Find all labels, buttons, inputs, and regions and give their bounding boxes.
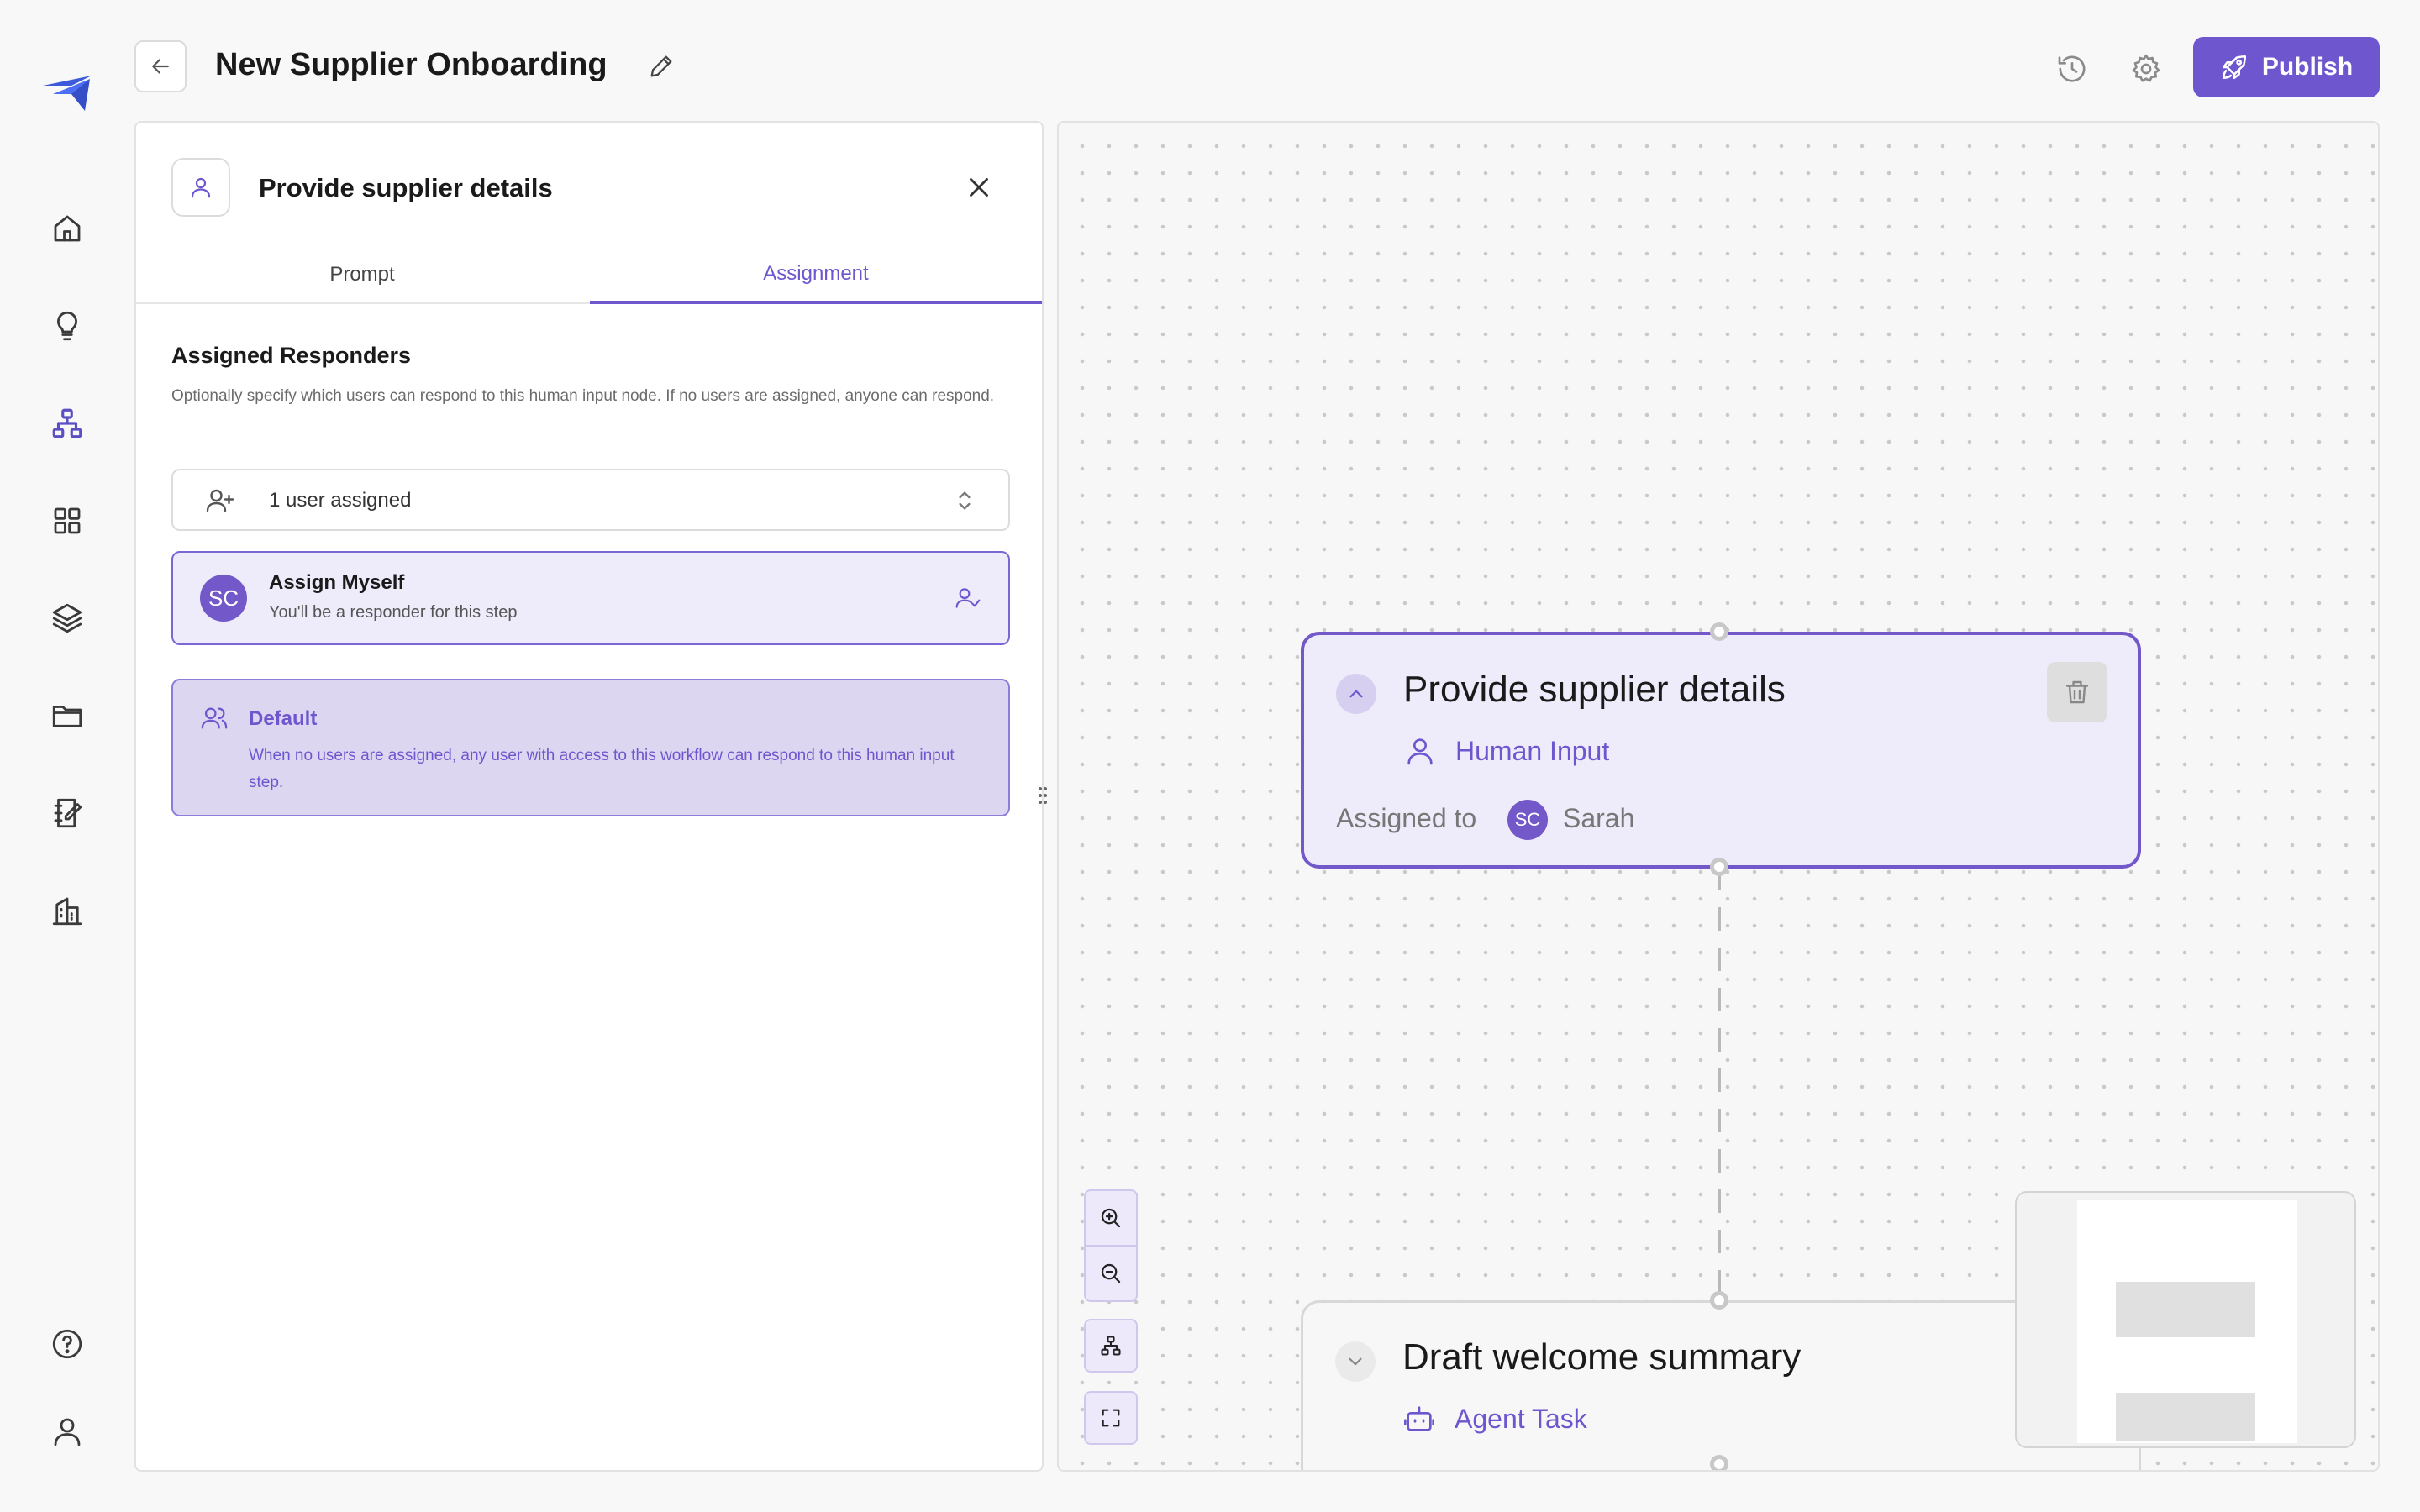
default-info-card: Default When no users are assigned, any … bbox=[171, 679, 1010, 816]
zoom-in-button[interactable] bbox=[1086, 1191, 1136, 1245]
close-icon[interactable] bbox=[963, 171, 995, 203]
sidebar bbox=[0, 0, 134, 1512]
notebook-icon[interactable] bbox=[47, 793, 87, 833]
gear-icon[interactable] bbox=[2129, 52, 2163, 86]
robot-icon bbox=[1402, 1402, 1436, 1436]
minimap[interactable] bbox=[2015, 1191, 2356, 1448]
tab-assignment[interactable]: Assignment bbox=[590, 247, 1042, 304]
publish-button[interactable]: Publish bbox=[2193, 37, 2380, 97]
panel-resize-handle[interactable] bbox=[1037, 785, 1049, 806]
users-icon bbox=[200, 704, 229, 732]
workflow-canvas[interactable]: Provide supplier details Human Input Ass… bbox=[1057, 121, 2380, 1472]
human-input-node-icon bbox=[171, 158, 230, 217]
rocket-icon bbox=[2222, 55, 2246, 80]
user-icon bbox=[191, 177, 211, 198]
section-description: Optionally specify which users can respo… bbox=[171, 387, 995, 405]
zoom-out-icon bbox=[1101, 1263, 1121, 1284]
collapse-button[interactable] bbox=[1336, 674, 1376, 714]
assigned-to-label: Assigned to bbox=[1336, 803, 1477, 833]
fit-view-button[interactable] bbox=[1084, 1391, 1138, 1445]
select-value: 1 user assigned bbox=[269, 489, 412, 512]
responders-select[interactable]: 1 user assigned bbox=[171, 469, 1010, 531]
section-title: Assigned Responders bbox=[171, 343, 412, 368]
home-icon[interactable] bbox=[47, 208, 87, 249]
chevrons-up-down-icon bbox=[951, 487, 978, 514]
history-icon[interactable] bbox=[2055, 52, 2089, 86]
back-button[interactable] bbox=[134, 40, 187, 92]
pencil-icon[interactable] bbox=[647, 52, 676, 81]
grid-icon[interactable] bbox=[47, 501, 87, 541]
node-title: Draft welcome summary bbox=[1402, 1336, 1802, 1378]
default-description: When no users are assigned, any user wit… bbox=[249, 747, 955, 791]
auto-layout-button[interactable] bbox=[1084, 1319, 1138, 1373]
profile-icon[interactable] bbox=[47, 1411, 87, 1452]
zoom-out-button[interactable] bbox=[1086, 1247, 1136, 1300]
node-input-port[interactable] bbox=[1710, 1291, 1728, 1310]
tab-prompt[interactable]: Prompt bbox=[136, 247, 588, 302]
avatar: SC bbox=[200, 575, 247, 622]
workflow-node-provide-supplier-details[interactable]: Provide supplier details Human Input Ass… bbox=[1301, 632, 2141, 869]
publish-label: Publish bbox=[2261, 53, 2354, 81]
user-icon bbox=[1403, 734, 1437, 768]
node-input-port[interactable] bbox=[1710, 622, 1728, 641]
zoom-in-icon bbox=[1101, 1208, 1121, 1228]
assign-myself-subtitle: You'll be a responder for this step bbox=[269, 603, 518, 622]
node-output-port[interactable] bbox=[1710, 858, 1728, 876]
layout-icon bbox=[1101, 1336, 1121, 1356]
folder-icon[interactable] bbox=[47, 696, 87, 736]
fullscreen-icon bbox=[1102, 1409, 1120, 1427]
minimap-node bbox=[2116, 1282, 2255, 1337]
node-output-port[interactable] bbox=[1710, 1455, 1728, 1470]
node-type-label: Agent Task bbox=[1455, 1404, 1587, 1434]
chevron-up-icon bbox=[1349, 690, 1363, 698]
node-type-label: Human Input bbox=[1455, 736, 1610, 766]
layers-icon[interactable] bbox=[47, 598, 87, 638]
node-settings-panel: Provide supplier details Prompt Assignme… bbox=[134, 121, 1044, 1472]
help-icon[interactable] bbox=[47, 1324, 87, 1364]
node-title: Provide supplier details bbox=[1403, 669, 1786, 710]
avatar: SC bbox=[1507, 800, 1548, 840]
chevron-down-icon bbox=[1349, 1357, 1362, 1366]
panel-tabs: Prompt Assignment bbox=[136, 247, 1042, 304]
user-check-icon bbox=[955, 585, 981, 612]
trash-icon bbox=[2065, 680, 2089, 704]
app-logo[interactable] bbox=[41, 72, 93, 114]
page-title: New Supplier Onboarding bbox=[215, 47, 608, 82]
assignee-name: Sarah bbox=[1563, 803, 1635, 833]
delete-node-button[interactable] bbox=[2047, 662, 2107, 722]
assign-myself-option[interactable]: SC Assign Myself You'll be a responder f… bbox=[171, 551, 1010, 645]
add-user-icon bbox=[205, 486, 235, 516]
building-icon[interactable] bbox=[47, 890, 87, 931]
panel-title: Provide supplier details bbox=[259, 173, 553, 202]
zoom-controls bbox=[1084, 1189, 1138, 1302]
minimap-node bbox=[2116, 1393, 2255, 1441]
assign-myself-title: Assign Myself bbox=[269, 571, 405, 594]
workflow-icon[interactable] bbox=[47, 403, 87, 444]
expand-button[interactable] bbox=[1335, 1341, 1376, 1382]
default-title: Default bbox=[249, 707, 318, 730]
lightbulb-icon[interactable] bbox=[47, 306, 87, 346]
arrow-left-icon bbox=[152, 59, 169, 74]
